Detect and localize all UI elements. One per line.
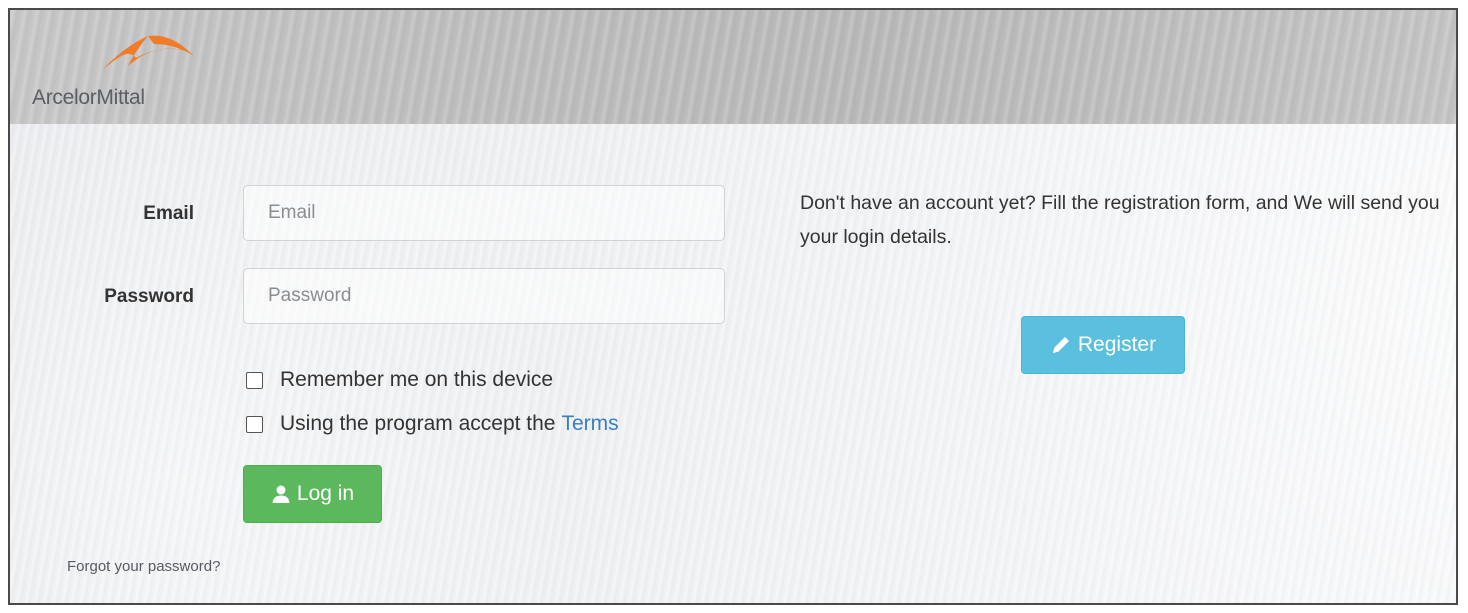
logo-text: ArcelorMittal xyxy=(32,86,145,109)
password-label: Password xyxy=(104,286,194,307)
terms-checkbox[interactable] xyxy=(246,415,263,433)
header-bar xyxy=(10,10,1456,124)
email-label: Email xyxy=(143,203,194,224)
pencil-icon xyxy=(1052,337,1069,353)
remember-me-label: Remember me on this device xyxy=(280,368,554,391)
terms-label: Using the program accept the xyxy=(280,412,556,435)
remember-me-checkbox[interactable] xyxy=(246,371,263,389)
remember-me-row: Remember me on this device xyxy=(246,368,553,392)
brand-logo: ArcelorMittal xyxy=(28,28,198,112)
password-field[interactable] xyxy=(243,268,725,324)
login-button-label: Log in xyxy=(296,482,355,505)
register-info-text: Don't have an account yet? Fill the regi… xyxy=(800,192,1440,248)
forgot-password-link[interactable]: Forgot your password? xyxy=(67,558,220,575)
login-page: ArcelorMittal Email Password Remember me… xyxy=(8,8,1458,605)
terms-link[interactable]: Terms xyxy=(561,412,618,436)
register-button[interactable]: Register xyxy=(1021,316,1185,374)
login-button[interactable]: Log in xyxy=(243,465,382,523)
terms-row: Using the program accept the Terms xyxy=(246,412,619,436)
arcelormittal-swoosh-icon xyxy=(102,35,194,70)
register-button-label: Register xyxy=(1077,333,1157,356)
email-field[interactable] xyxy=(243,185,725,241)
user-icon xyxy=(272,485,290,503)
